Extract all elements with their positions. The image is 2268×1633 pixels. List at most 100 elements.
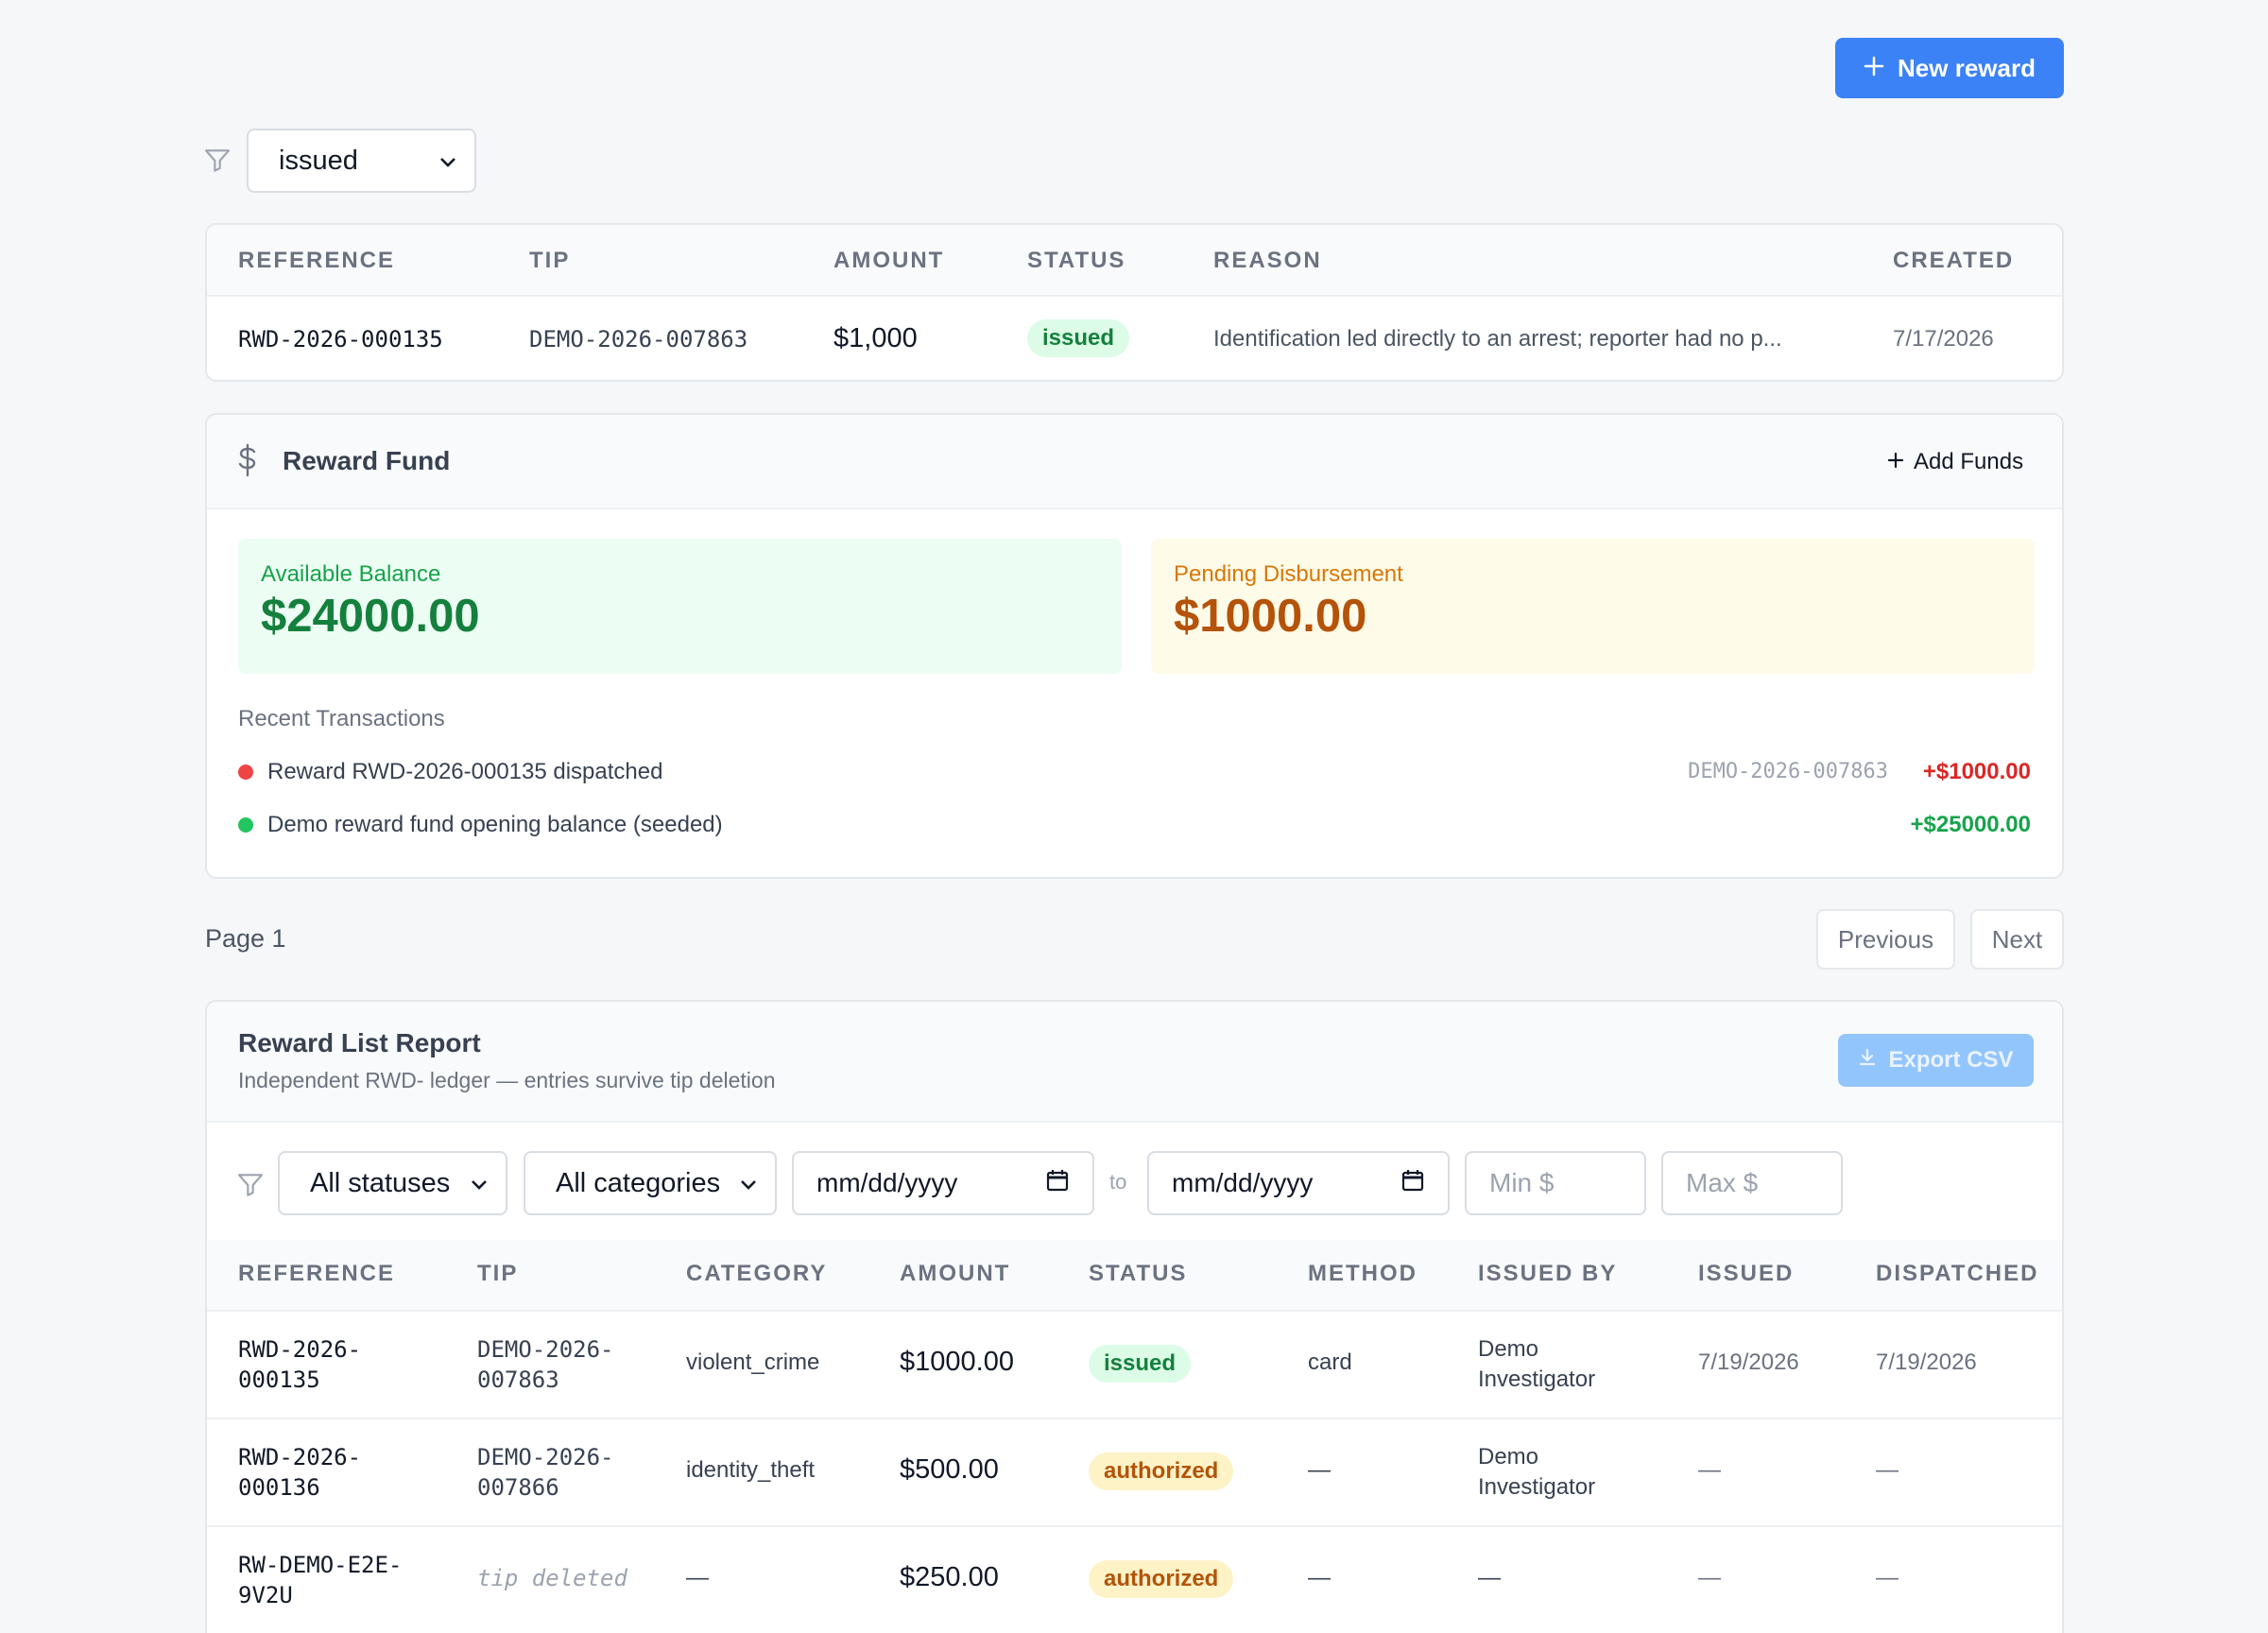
issued-cell: — (1698, 1565, 1721, 1590)
rewards-table: REFERENCE TIP AMOUNT STATUS REASON CREAT… (205, 223, 2064, 382)
pending-disbursement-value: $1000.00 (1174, 591, 1367, 642)
filter-icon (235, 1170, 266, 1200)
col-tip: TIP (477, 1261, 519, 1286)
amount-cell: $1000.00 (900, 1347, 1014, 1377)
category-cell: violent_crime (686, 1349, 820, 1375)
report-header (207, 1002, 2062, 1121)
reference-cell: RWD-2026- 000136 (238, 1444, 362, 1501)
transaction-row: Reward RWD-2026-000135 dispatched DEMO-2… (207, 753, 2062, 795)
new-reward-button[interactable]: New reward (1835, 38, 2064, 98)
to-label: to (1109, 1170, 1127, 1194)
table-row[interactable]: RW-DEMO-E2E- 9V2U tip deleted — $250.00 a… (207, 1527, 2062, 1633)
max-amount-placeholder: Max $ (1686, 1168, 1759, 1197)
date-from-input[interactable]: mm/dd/yyyy (792, 1151, 1094, 1215)
reference-cell: RWD-2026-000135 (238, 1336, 362, 1393)
created-cell: 7/17/2026 (1893, 326, 1994, 352)
col-status: STATUS (1089, 1261, 1188, 1286)
min-amount-input[interactable]: Min $ (1465, 1151, 1646, 1215)
issued-by-cell: — (1478, 1565, 1501, 1590)
transaction-row: Demo reward fund opening balance (seeded… (207, 806, 2062, 848)
reward-fund-card: Reward Fund Add Funds Available Balance … (205, 413, 2064, 879)
plus-icon (1887, 449, 1904, 475)
method-cell: — (1308, 1457, 1331, 1483)
tip-cell: DEMO-2026-007863 (477, 1336, 614, 1393)
report-category-value: All categories (556, 1167, 721, 1198)
add-funds-button[interactable]: Add Funds (1887, 441, 2023, 483)
download-icon (1858, 1047, 1877, 1074)
col-reason: REASON (1213, 248, 1322, 273)
transaction-description: Demo reward fund opening balance (seeded… (267, 812, 723, 837)
report-status-select[interactable]: All statuses (278, 1151, 507, 1215)
export-csv-label: Export CSV (1888, 1047, 2014, 1073)
reward-list-report: Reward List Report Independent RWD- ledg… (205, 1000, 2064, 1633)
table-row[interactable]: RWD-2026- 000135 DEMO-2026- 007863 violent… (207, 1312, 2062, 1418)
method-cell: — (1308, 1565, 1331, 1590)
status-filter-value: issued (279, 145, 358, 176)
category-cell: — (686, 1565, 709, 1590)
transaction-description: Reward RWD-2026-000135 dispatched (267, 759, 663, 784)
col-tip: TIP (529, 248, 571, 273)
dot-icon (238, 765, 253, 780)
chevron-down-icon (438, 146, 457, 177)
col-reference: REFERENCE (238, 248, 396, 273)
table-row[interactable]: RWD-2026- 000136 DEMO-2026- 007866 identit… (207, 1419, 2062, 1525)
tip-deleted-cell: tip deleted (477, 1565, 627, 1591)
chevron-down-icon (739, 1168, 758, 1199)
tip-cell: DEMO-2026- 007866 (477, 1444, 614, 1501)
status-badge: authorized (1089, 1453, 1234, 1490)
chevron-down-icon (470, 1168, 489, 1199)
issued-cell: — (1698, 1457, 1721, 1483)
date-to-placeholder: mm/dd/yyyy (1172, 1168, 1314, 1197)
new-reward-label: New reward (1898, 53, 2036, 82)
dispatched-cell: — (1876, 1457, 1899, 1483)
export-csv-button[interactable]: Export CSV (1838, 1034, 2034, 1087)
next-label: Next (1991, 924, 2043, 954)
calendar-icon (1400, 1168, 1425, 1199)
amount-cell: $1,000 (833, 323, 918, 353)
issued-by-cell: Demo Investigator (1478, 1336, 1596, 1392)
col-dispatched: DISPATCHED (1876, 1261, 2039, 1286)
col-reference: REFERENCE (238, 1261, 396, 1286)
add-funds-label: Add Funds (1914, 449, 2024, 474)
report-category-select[interactable]: All categories (524, 1151, 777, 1215)
issued-cell: 7/19/2026 (1698, 1349, 1799, 1375)
col-issued-by: ISSUED BY (1478, 1261, 1618, 1286)
reference-cell: RWD-2026-000135 (238, 326, 443, 352)
reference-cell: RW-DEMO-E2E- 9V2U (238, 1552, 403, 1608)
table-row[interactable]: RWD-2026-000135 DEMO-2026-007863 $1,000 … (207, 297, 2062, 380)
reason-cell: Identification led directly to an arrest… (1213, 326, 1782, 352)
col-method: METHOD (1308, 1261, 1418, 1286)
page-indicator: Page 1 (205, 924, 286, 953)
min-amount-placeholder: Min $ (1489, 1168, 1555, 1197)
report-status-value: All statuses (310, 1167, 451, 1198)
fund-header (207, 415, 2062, 507)
col-category: CATEGORY (686, 1261, 828, 1286)
filter-icon (202, 146, 232, 176)
transaction-ref: DEMO-2026-007863 (1688, 760, 1888, 783)
col-created: CREATED (1893, 248, 2015, 273)
status-badge: issued (1089, 1345, 1192, 1383)
dispatched-cell: — (1876, 1565, 1899, 1590)
report-subtitle: Independent RWD- ledger — entries surviv… (238, 1068, 776, 1092)
pending-disbursement-label: Pending Disbursement (1174, 561, 1403, 587)
pending-disbursement-box: Pending Disbursement $1000.00 (1151, 539, 2035, 674)
dollar-icon (236, 443, 259, 482)
calendar-icon (1045, 1168, 1070, 1199)
amount-cell: $500.00 (900, 1454, 999, 1485)
transaction-amount: +$1000.00 (1922, 759, 2031, 784)
max-amount-input[interactable]: Max $ (1661, 1151, 1843, 1215)
next-button[interactable]: Next (1970, 909, 2064, 970)
previous-button[interactable]: Previous (1816, 909, 1955, 970)
dot-icon (238, 817, 253, 833)
transaction-amount: +$25000.00 (1910, 812, 2031, 837)
recent-transactions-label: Recent Transactions (238, 706, 445, 731)
col-amount: AMOUNT (833, 248, 945, 273)
date-to-input[interactable]: mm/dd/yyyy (1147, 1151, 1450, 1215)
tip-cell: DEMO-2026-007863 (529, 326, 748, 352)
col-issued: ISSUED (1698, 1261, 1795, 1286)
available-balance-label: Available Balance (261, 561, 441, 587)
fund-title: Reward Fund (283, 446, 451, 475)
table-header (207, 225, 2062, 295)
method-cell: card (1308, 1349, 1352, 1375)
status-filter-select[interactable]: issued (247, 129, 476, 193)
